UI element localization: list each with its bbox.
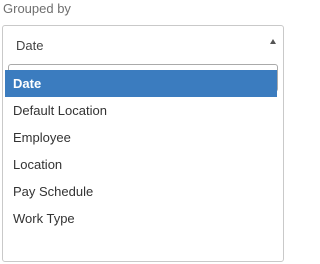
caret-up-icon[interactable] [270,39,276,44]
option-work-type[interactable]: Work Type [5,205,277,232]
option-pay-schedule[interactable]: Pay Schedule [5,178,277,205]
option-default-location[interactable]: Default Location [5,97,277,124]
option-employee[interactable]: Employee [5,124,277,151]
option-date[interactable]: Date [5,70,277,97]
options-list: Date Default Location Employee Location … [5,70,277,232]
grouped-by-label: Grouped by [3,1,71,16]
option-location[interactable]: Location [5,151,277,178]
selected-value: Date [16,38,44,53]
